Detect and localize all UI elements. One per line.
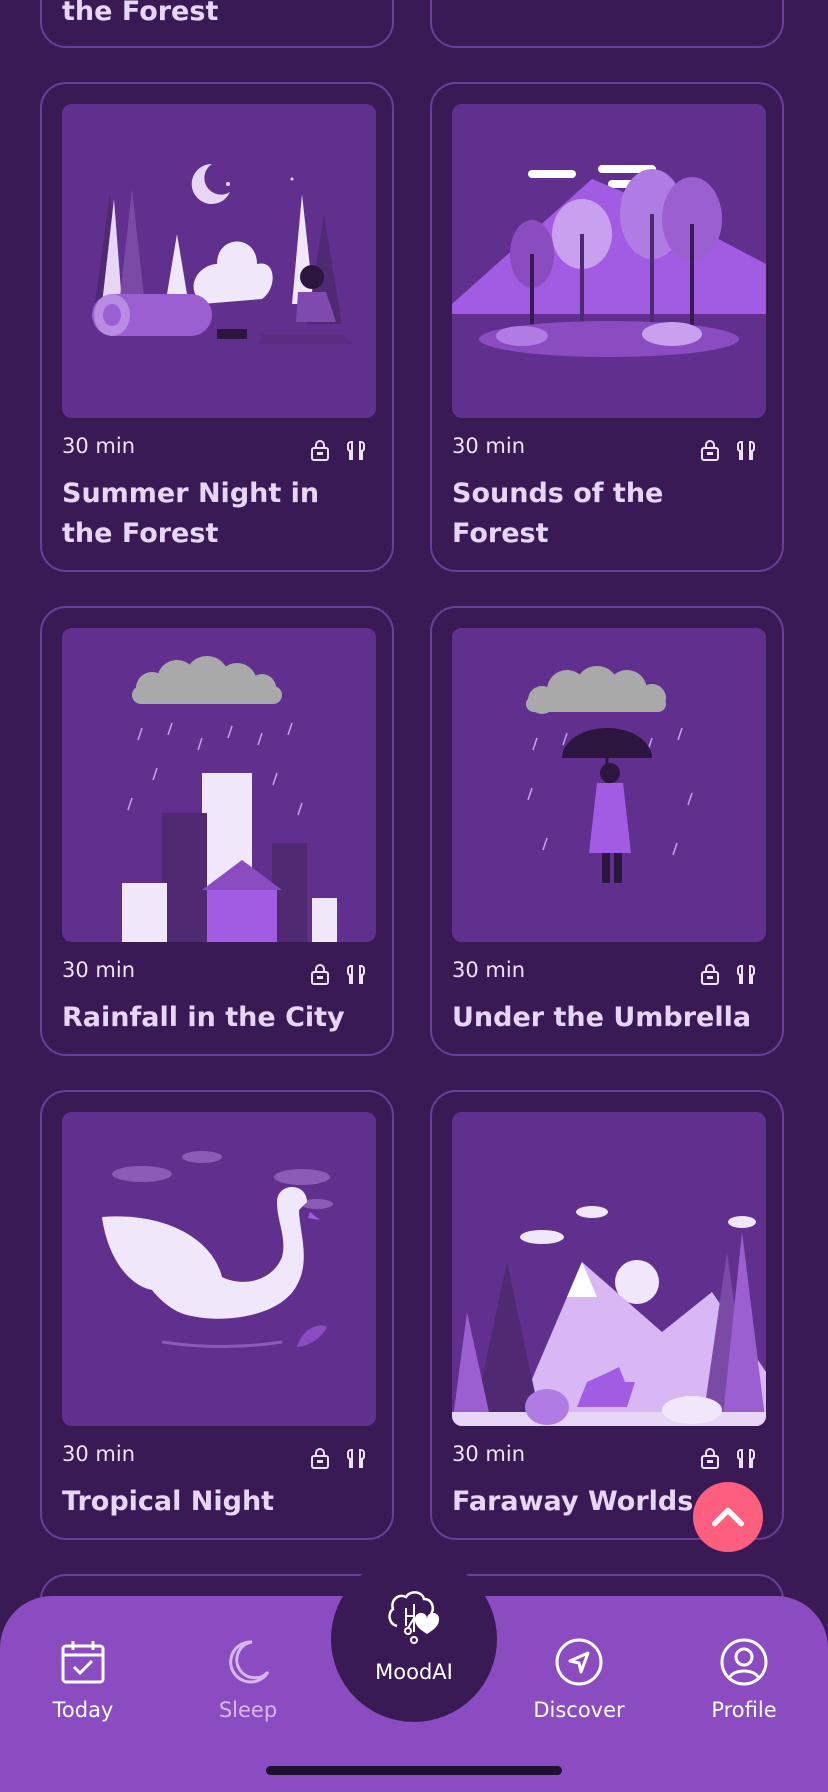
- swan-illustration: [62, 1112, 376, 1426]
- tab-moodai-label: MoodAI: [375, 1660, 453, 1684]
- tab-profile[interactable]: Profile: [684, 1636, 804, 1722]
- card-title: Sounds of the Forest: [452, 478, 664, 549]
- sound-card-tropical-night[interactable]: 30 min Tropical Night: [40, 1090, 394, 1540]
- sound-card-under-umbrella[interactable]: 30 min Under the Umbrella: [430, 606, 784, 1056]
- tab-sleep-label: Sleep: [218, 1698, 278, 1722]
- card-title: the Forest: [62, 0, 219, 27]
- sound-card-summer-night[interactable]: 30 min Summer Night in the Forest: [40, 82, 394, 572]
- summer-night-illustration: [62, 104, 376, 418]
- tab-profile-label: Profile: [711, 1698, 777, 1722]
- headphones-icon: [347, 1449, 365, 1468]
- compass-navigation-icon: [555, 1638, 603, 1686]
- tab-discover[interactable]: Discover: [519, 1636, 639, 1722]
- user-circle-icon: [720, 1638, 768, 1686]
- scroll-to-top-button[interactable]: [693, 1482, 763, 1552]
- faraway-worlds-illustration: [452, 1112, 766, 1426]
- lock-icon: [311, 1448, 329, 1469]
- lock-icon: [701, 964, 719, 985]
- card-title: Tropical Night: [62, 1486, 275, 1517]
- umbrella-illustration: [452, 628, 766, 942]
- tab-today-label: Today: [52, 1698, 114, 1722]
- lock-icon: [311, 440, 329, 461]
- card-title: Summer Night in the Forest: [62, 478, 320, 549]
- forest-illustration: [452, 104, 766, 418]
- headphones-icon: [347, 965, 365, 984]
- sound-card-top-left[interactable]: the Forest: [40, 0, 394, 48]
- sound-card-faraway-worlds[interactable]: 30 min Faraway Worlds: [430, 1090, 784, 1540]
- card-duration: 30 min: [62, 958, 135, 982]
- headphones-icon: [347, 441, 365, 460]
- card-duration: 30 min: [452, 434, 525, 458]
- lock-icon: [701, 1448, 719, 1469]
- tab-today[interactable]: Today: [23, 1636, 143, 1722]
- card-duration: 30 min: [62, 1442, 135, 1466]
- sound-card-rainfall-city[interactable]: 30 min Rainfall in the City: [40, 606, 394, 1056]
- lock-icon: [311, 964, 329, 985]
- tab-sleep[interactable]: Sleep: [188, 1636, 308, 1722]
- card-duration: 30 min: [452, 1442, 525, 1466]
- card-title: Under the Umbrella: [452, 1002, 752, 1033]
- tab-discover-label: Discover: [533, 1698, 625, 1722]
- headphones-icon: [737, 1449, 755, 1468]
- sound-card-sounds-forest[interactable]: 30 min Sounds of the Forest: [430, 82, 784, 572]
- brain-heart-icon: [388, 1591, 440, 1644]
- calendar-check-icon: [61, 1641, 105, 1684]
- rainfall-city-illustration: [62, 628, 376, 942]
- headphones-icon: [737, 965, 755, 984]
- home-indicator: [266, 1766, 562, 1775]
- card-title: Rainfall in the City: [62, 1002, 345, 1033]
- card-duration: 30 min: [452, 958, 525, 982]
- chevron-up-icon: [712, 1507, 744, 1527]
- card-duration: 30 min: [62, 434, 135, 458]
- tab-moodai[interactable]: MoodAI: [331, 1556, 497, 1722]
- moon-icon: [229, 1640, 270, 1684]
- sound-card-top-right[interactable]: [430, 0, 784, 48]
- lock-icon: [701, 440, 719, 461]
- headphones-icon: [737, 441, 755, 460]
